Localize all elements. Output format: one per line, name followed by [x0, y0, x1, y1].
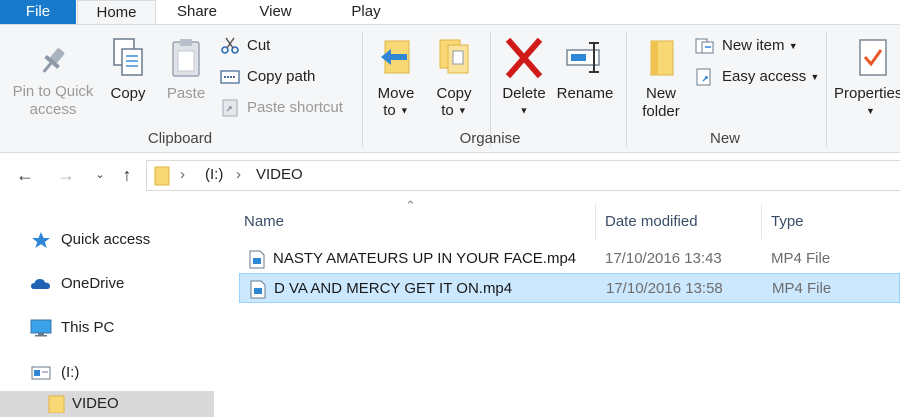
breadcrumb-drive[interactable]: (I:)	[205, 166, 223, 183]
tab-home[interactable]: Home	[77, 0, 156, 26]
nav-item-video[interactable]: VIDEO	[0, 391, 214, 417]
mp4-file-icon	[250, 280, 266, 299]
copy-button[interactable]: Copy	[104, 37, 152, 103]
rename-icon	[566, 42, 600, 73]
file-name: D VA AND MERCY GET IT ON.mp4	[274, 280, 513, 297]
file-row-selected[interactable]: D VA AND MERCY GET IT ON.mp4 17/10/2016 …	[239, 273, 900, 303]
copy-path-label: Copy path	[247, 68, 316, 85]
forward-arrow-icon[interactable]: →	[55, 163, 77, 187]
delete-x-icon	[505, 37, 543, 79]
copy-path-button[interactable]: Copy path	[220, 66, 350, 88]
pin-label: Pin to Quick access	[12, 83, 94, 118]
copy-label: Copy	[110, 85, 146, 102]
copy-path-icon	[220, 70, 240, 84]
file-name: NASTY AMATEURS UP IN YOUR FACE.mp4	[273, 250, 577, 267]
folder-icon	[154, 166, 170, 186]
column-header-date-modified[interactable]: Date modified	[605, 208, 698, 236]
move-to-button[interactable]: Move to ▼	[372, 37, 420, 120]
recent-locations-chevron-icon[interactable]: ⌄	[89, 163, 111, 187]
file-date-modified: 17/10/2016 13:58	[606, 280, 723, 297]
paste-shortcut-icon	[222, 99, 238, 117]
paste-shortcut-button[interactable]: Paste shortcut	[220, 97, 355, 119]
column-divider[interactable]	[595, 204, 596, 239]
new-item-label: New item ▼	[722, 37, 798, 54]
nav-item-label: (I:)	[61, 364, 80, 381]
ribbon-separator	[826, 31, 827, 147]
file-type: MP4 File	[772, 280, 832, 297]
pin-icon	[42, 48, 65, 73]
new-item-button[interactable]: New item ▼	[695, 35, 810, 57]
new-item-icon	[695, 38, 714, 54]
easy-access-label: Easy access ▼	[722, 68, 820, 85]
breadcrumb-chevron-icon[interactable]: ›	[236, 166, 241, 183]
ribbon-separator	[626, 31, 627, 147]
breadcrumb-folder[interactable]: VIDEO	[256, 166, 303, 183]
properties-label: Properties ▼	[834, 85, 900, 116]
paste-label: Paste	[166, 85, 206, 102]
clipboard-group-label: Clipboard	[147, 130, 213, 147]
monitor-icon	[30, 319, 52, 337]
drive-icon	[31, 366, 51, 380]
clipboard-icon	[172, 39, 200, 77]
new-group-label: New	[709, 130, 740, 147]
copy-to-label: Copy to ▼	[436, 85, 472, 119]
breadcrumb-chevron-icon[interactable]: ›	[180, 166, 185, 183]
copy-icon	[113, 38, 143, 76]
scissors-icon	[221, 37, 239, 54]
up-arrow-icon[interactable]: ↑	[116, 163, 138, 187]
ribbon: Pin to Quick access Copy Paste Cut Copy …	[0, 25, 900, 153]
file-list: ⌃ Name Date modified Type NASTY AMATEURS…	[215, 198, 900, 415]
column-divider[interactable]	[761, 204, 762, 239]
properties-icon	[859, 39, 887, 76]
new-folder-label: New folder	[642, 85, 680, 120]
file-date-modified: 17/10/2016 13:43	[605, 250, 722, 267]
navigation-bar: ← → ⌄ ↑ › (I:) › VIDEO	[0, 153, 900, 198]
address-bar[interactable]: › (I:) › VIDEO	[146, 160, 900, 191]
mp4-file-icon	[249, 250, 265, 269]
cut-button[interactable]: Cut	[220, 35, 340, 57]
tab-share[interactable]: Share	[157, 0, 237, 25]
sort-ascending-icon: ⌃	[405, 198, 416, 213]
organise-group-label: Organise	[459, 130, 521, 147]
file-type: MP4 File	[771, 250, 831, 267]
move-to-icon	[381, 40, 410, 74]
paste-button[interactable]: Paste	[162, 37, 210, 103]
column-header-name[interactable]: Name	[244, 208, 284, 236]
paste-shortcut-label: Paste shortcut	[247, 99, 343, 116]
folder-icon	[48, 395, 65, 413]
delete-label: Delete ▼	[502, 85, 546, 116]
tab-view[interactable]: View	[238, 0, 313, 25]
easy-access-icon	[696, 68, 711, 86]
nav-item-label: VIDEO	[72, 395, 119, 412]
tab-file[interactable]: File	[0, 0, 76, 25]
easy-access-button[interactable]: Easy access ▼	[695, 66, 820, 88]
pin-to-quick-access-button[interactable]: Pin to Quick access	[6, 43, 100, 119]
properties-button[interactable]: Properties ▼	[834, 37, 900, 120]
rename-button[interactable]: Rename	[553, 37, 617, 103]
tab-play[interactable]: Play	[314, 0, 418, 25]
cloud-icon	[31, 279, 50, 289]
nav-item-label: This PC	[61, 319, 115, 336]
back-arrow-icon[interactable]: ←	[14, 163, 36, 187]
delete-button[interactable]: Delete ▼	[497, 37, 551, 120]
new-folder-button[interactable]: New folder	[634, 37, 688, 121]
nav-item-label: OneDrive	[61, 275, 125, 292]
rename-label: Rename	[556, 85, 614, 102]
column-header-type[interactable]: Type	[771, 208, 804, 236]
cut-label: Cut	[247, 37, 271, 54]
nav-item-label: Quick access	[61, 231, 151, 248]
copy-to-button[interactable]: Copy to ▼	[430, 37, 478, 120]
move-to-label: Move to ▼	[377, 85, 415, 119]
ribbon-separator	[362, 31, 363, 147]
ribbon-tab-bar: File Home Share View Play	[0, 0, 900, 26]
copy-to-icon	[439, 39, 469, 74]
new-folder-icon	[650, 40, 674, 76]
navigation-pane: Quick access OneDrive This PC (I:) VIDEO	[0, 198, 215, 417]
file-row[interactable]: NASTY AMATEURS UP IN YOUR FACE.mp4 17/10…	[239, 244, 900, 274]
star-icon	[32, 232, 50, 248]
